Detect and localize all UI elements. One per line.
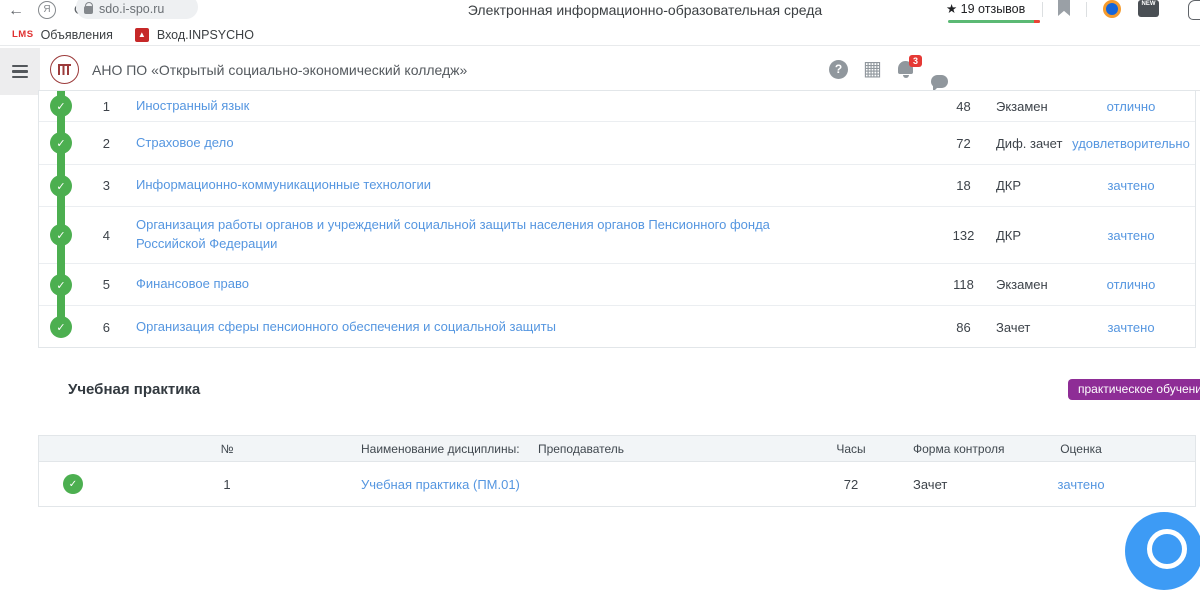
- teacher-column-header: Преподаватель: [497, 442, 665, 456]
- messages-icon[interactable]: [931, 75, 948, 88]
- control-form-cell: ДКР: [996, 228, 1071, 243]
- support-chat-widget[interactable]: [1125, 512, 1200, 590]
- discipline-cell: Финансовое право: [124, 275, 931, 294]
- table-row: 6 Организация сферы пенсионного обеспече…: [39, 306, 1195, 349]
- grade-link[interactable]: отлично: [1071, 277, 1191, 292]
- back-icon[interactable]: ←: [8, 0, 24, 22]
- reviews-button[interactable]: ★ 19 отзывов: [946, 1, 1025, 16]
- extension-icon[interactable]: [1103, 0, 1121, 18]
- table-row: 2 Страховое дело 72 Диф. зачет удовлетво…: [39, 122, 1195, 165]
- section-title: Учебная практика: [68, 381, 200, 398]
- row-number: 1: [107, 477, 347, 492]
- completed-check-icon: ✓: [63, 474, 83, 494]
- table-row: ✓ 1 Учебная практика (ПМ.01) 72 Зачет за…: [39, 462, 1195, 506]
- grade-link[interactable]: отлично: [1071, 99, 1191, 114]
- notification-count-badge: 3: [909, 55, 922, 67]
- practice-table-header: № Наименование дисциплины: Преподаватель…: [39, 436, 1195, 462]
- control-form-cell: Экзамен: [996, 99, 1071, 114]
- completed-check-icon: ✓: [50, 274, 72, 296]
- practice-table: № Наименование дисциплины: Преподаватель…: [38, 435, 1196, 507]
- app-header: АНО ПО «Открытый социально-экономический…: [0, 48, 1200, 91]
- progress-timeline: [57, 91, 65, 337]
- grade-link[interactable]: зачтено: [1041, 477, 1121, 492]
- url-text: sdo.i-spo.ru: [99, 2, 164, 16]
- browser-toolbar: ← Я ⟳ sdo.i-spo.ru Электронная информаци…: [0, 0, 1200, 24]
- discipline-link[interactable]: Финансовое право: [136, 275, 249, 294]
- new-extension-label: NEW: [1138, 0, 1159, 9]
- discipline-cell: Информационно-коммуникационные технологи…: [124, 176, 931, 195]
- discipline-link[interactable]: Учебная практика (ПМ.01): [361, 477, 520, 492]
- completed-check-icon: ✓: [50, 175, 72, 197]
- grades-table: 1 Иностранный язык 48 Экзамен отлично 2 …: [38, 90, 1196, 348]
- bookmark-item-announcements[interactable]: LMS Объявления: [12, 28, 113, 42]
- help-icon[interactable]: ?: [829, 60, 848, 79]
- bookmark-label: Вход.INPSYCHO: [157, 28, 254, 42]
- bookmark-icon[interactable]: [1058, 0, 1070, 16]
- discipline-link[interactable]: Информационно-коммуникационные технологи…: [136, 176, 431, 195]
- hand-cursor-icon[interactable]: [1188, 0, 1200, 20]
- notifications-bell-icon[interactable]: 3: [898, 61, 913, 74]
- grade-link[interactable]: зачтено: [1071, 228, 1191, 243]
- practice-type-badge: практическое обучение: [1068, 379, 1200, 400]
- num-column-header: №: [107, 442, 347, 456]
- new-extension-icon[interactable]: NEW: [1138, 0, 1159, 17]
- grade-link[interactable]: удовлетворительно: [1071, 136, 1191, 151]
- control-form-cell: Зачет: [996, 320, 1071, 335]
- hours-cell: 118: [931, 277, 996, 292]
- bookmark-label: Объявления: [41, 28, 113, 42]
- name-column-header: Наименование дисциплины:: [347, 442, 497, 456]
- hours-cell: 132: [931, 228, 996, 243]
- bookmark-item-inpsycho[interactable]: ▲ Вход.INPSYCHO: [135, 28, 254, 42]
- discipline-cell: Организация работы органов и учреждений …: [124, 216, 931, 254]
- table-row: 3 Информационно-коммуникационные техноло…: [39, 165, 1195, 207]
- table-row: 4 Организация работы органов и учреждени…: [39, 207, 1195, 264]
- control-form-cell: Экзамен: [996, 277, 1071, 292]
- control-form-cell: Зачет: [881, 477, 1041, 492]
- control-form-cell: Диф. зачет: [996, 136, 1071, 151]
- discipline-link[interactable]: Страховое дело: [136, 134, 234, 153]
- discipline-cell: Учебная практика (ПМ.01): [347, 477, 497, 492]
- practice-table-body: ✓ 1 Учебная практика (ПМ.01) 72 Зачет за…: [39, 462, 1195, 506]
- hours-cell: 48: [931, 99, 996, 114]
- grades-table-body: 1 Иностранный язык 48 Экзамен отлично 2 …: [39, 91, 1195, 349]
- grade-column-header: Оценка: [1041, 442, 1121, 456]
- table-row: 5 Финансовое право 118 Экзамен отлично: [39, 264, 1195, 306]
- profile-icon[interactable]: Я: [38, 1, 56, 19]
- calendar-icon[interactable]: ▦: [863, 60, 882, 79]
- hours-cell: 86: [931, 320, 996, 335]
- discipline-link[interactable]: Иностранный язык: [136, 97, 249, 116]
- hours-cell: 72: [821, 477, 881, 492]
- discipline-cell: Страховое дело: [124, 134, 931, 153]
- status-cell: ✓: [39, 474, 107, 494]
- browser-tab-title: Электронная информационно-образовательна…: [468, 2, 822, 18]
- hours-cell: 18: [931, 178, 996, 193]
- bookmarks-bar: LMS Объявления ▲ Вход.INPSYCHO: [0, 24, 1200, 46]
- completed-check-icon: ✓: [50, 316, 72, 338]
- control-form-cell: ДКР: [996, 178, 1071, 193]
- lock-icon: [84, 6, 93, 14]
- address-bar[interactable]: sdo.i-spo.ru: [76, 0, 198, 19]
- table-row: 1 Иностранный язык 48 Экзамен отлично: [39, 91, 1195, 122]
- toolbar-divider: [1086, 2, 1087, 17]
- menu-burger-button[interactable]: [0, 48, 40, 95]
- discipline-cell: Иностранный язык: [124, 97, 931, 116]
- lms-favicon: LMS: [12, 29, 34, 40]
- discipline-link[interactable]: Организация сферы пенсионного обеспечени…: [136, 318, 556, 337]
- control-column-header: Форма контроля: [881, 442, 1041, 456]
- discipline-cell: Организация сферы пенсионного обеспечени…: [124, 318, 931, 337]
- hours-column-header: Часы: [821, 442, 881, 456]
- completed-check-icon: ✓: [50, 95, 72, 117]
- discipline-link[interactable]: Организация работы органов и учреждений …: [136, 216, 816, 254]
- completed-check-icon: ✓: [50, 132, 72, 154]
- grade-link[interactable]: зачтено: [1071, 178, 1191, 193]
- college-name: АНО ПО «Открытый социально-экономический…: [92, 62, 467, 78]
- reviews-rating-bar: [948, 20, 1040, 23]
- toolbar-divider: [1042, 2, 1043, 17]
- hours-cell: 72: [931, 136, 996, 151]
- college-logo[interactable]: [50, 55, 79, 84]
- completed-check-icon: ✓: [50, 224, 72, 246]
- grade-link[interactable]: зачтено: [1071, 320, 1191, 335]
- inpsycho-favicon: ▲: [135, 28, 149, 42]
